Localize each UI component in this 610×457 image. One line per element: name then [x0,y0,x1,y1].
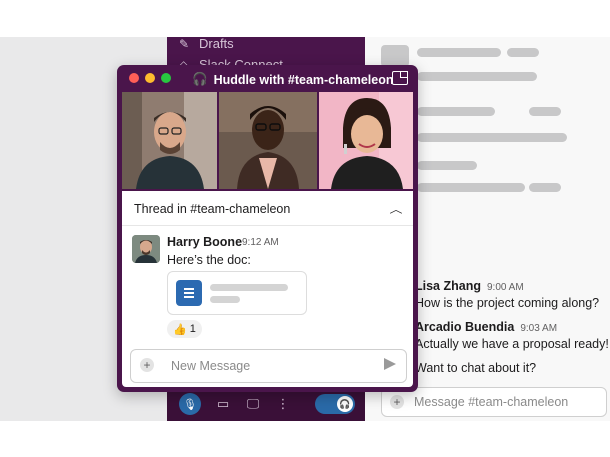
reaction-count: 1 [189,323,196,335]
document-attachment[interactable] [167,271,307,315]
placeholder-line [417,107,495,116]
more-options-icon[interactable]: ⋮ [275,396,291,412]
microphone-icon[interactable]: 🎙 [179,393,201,415]
huddle-titlebar: 🎧 Huddle with #team-chameleon [117,65,418,92]
video-grid [122,92,413,189]
huddle-title: 🎧 Huddle with #team-chameleon [192,72,393,87]
popout-icon[interactable] [392,71,408,85]
input-placeholder: New Message [171,359,251,373]
plus-icon[interactable]: + [140,358,154,372]
placeholder-avatar [381,45,409,67]
placeholder-line [507,48,539,57]
sidebar-item-drafts[interactable]: ✎ Drafts [179,37,234,51]
participant-video[interactable] [122,92,218,189]
thread-title: Thread in #team-chameleon [134,202,291,216]
placeholder-line [210,284,288,291]
chevron-up-icon[interactable]: ︿ [390,201,403,216]
message-time: 9:12 AM [242,237,279,248]
headphones-icon: 🎧 [337,396,353,412]
huddle-window: 🎧 Huddle with #team-chameleon Thread in … [117,65,418,392]
message-author[interactable]: Arcadio Buendia [415,320,514,334]
placeholder-line [529,183,561,192]
thread-panel: Thread in #team-chameleon ︿ Harry Boone … [122,191,413,387]
channel-message-author-line: Arcadio Buendia 9:03 AM [415,320,557,334]
reaction-thumbs-up[interactable]: 👍 1 [167,320,202,338]
placeholder-line [417,48,501,57]
message-text: Actually we have a proposal ready! [415,337,609,351]
screen-share-icon[interactable]: 🖵 [245,396,261,412]
message-author[interactable]: Harry Boone [167,235,242,249]
huddle-controls: 🎙 ▭ 🖵 ⋮ 🎧 [167,387,365,421]
participant-portrait [122,92,218,189]
avatar[interactable] [132,235,160,263]
placeholder-line [417,133,567,142]
channel-message-input[interactable]: + Message #team-chameleon [381,387,607,417]
message-time: 9:03 AM [520,323,558,334]
placeholder-line [417,161,477,170]
maximize-window-button[interactable] [161,73,171,83]
thread-header[interactable]: Thread in #team-chameleon ︿ [122,191,413,226]
placeholder-line [210,296,240,303]
placeholder-line [417,72,537,81]
message-time: 9:00 AM [486,282,524,293]
sidebar-item-label: Drafts [199,37,234,51]
headphones-icon: 🎧 [192,72,208,86]
channel-message-author-line: Lisa Zhang 9:00 AM [415,279,524,293]
minimize-window-button[interactable] [145,73,155,83]
huddle-toggle[interactable]: 🎧 [315,394,355,414]
participant-video-active-speaker[interactable] [219,92,317,189]
video-icon[interactable]: ▭ [215,396,231,412]
placeholder-line [417,183,525,192]
send-icon[interactable] [384,358,396,370]
placeholder-line [529,107,561,116]
close-window-button[interactable] [129,73,139,83]
thumbs-up-icon: 👍 [173,323,187,336]
input-placeholder: Message #team-chameleon [414,395,569,409]
participant-portrait [318,92,413,189]
message-text: How is the project coming along? [415,296,600,310]
message-text: Here’s the doc: [167,253,251,267]
participant-video[interactable] [318,92,413,189]
message-text: Want to chat about it? [415,361,537,375]
plus-icon[interactable]: + [390,395,404,409]
thread-message-input[interactable]: + New Message [130,349,407,383]
message-author[interactable]: Lisa Zhang [415,279,481,293]
participant-portrait [219,92,317,189]
pencil-icon: ✎ [179,37,190,51]
avatar-image [132,235,160,263]
huddle-title-text: Huddle with #team-chameleon [213,72,394,87]
document-icon [176,280,202,306]
